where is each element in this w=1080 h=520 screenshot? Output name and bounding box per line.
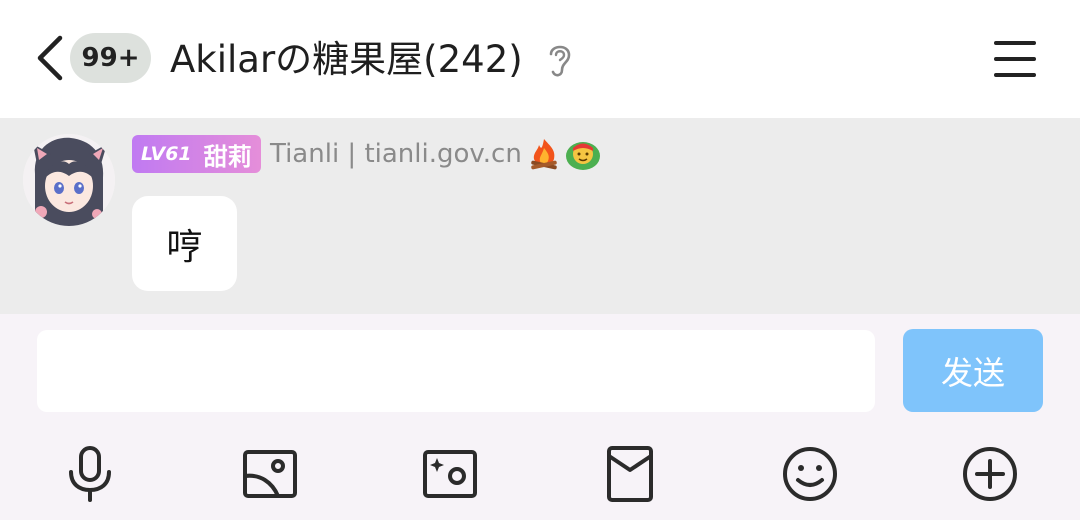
voice-button[interactable] xyxy=(60,444,120,504)
level-badge: LV61 甜莉 xyxy=(132,135,261,173)
campfire-icon xyxy=(526,136,562,172)
message-input[interactable] xyxy=(37,330,875,412)
emoji-icon xyxy=(783,447,837,501)
sender-nickname: 甜莉 xyxy=(203,142,252,171)
unread-count-badge[interactable]: 99+ xyxy=(70,33,151,83)
ear-icon[interactable] xyxy=(543,40,577,80)
bandana-face-icon xyxy=(564,136,602,172)
chat-header: 99+ Akilarの糖果屋(242) xyxy=(0,0,1080,118)
chevron-left-icon xyxy=(37,35,63,81)
red-packet-icon xyxy=(607,446,653,502)
hamburger-icon xyxy=(994,41,1036,77)
red-packet-button[interactable] xyxy=(600,444,660,504)
camera-icon xyxy=(423,450,477,498)
plus-icon xyxy=(963,447,1017,501)
send-button[interactable]: 发送 xyxy=(903,329,1043,412)
chat-title: Akilarの糖果屋(242) xyxy=(170,38,523,81)
camera-button[interactable] xyxy=(420,444,480,504)
level-label: LV61 xyxy=(141,143,192,165)
back-button[interactable] xyxy=(28,30,72,86)
sender-info: Tianli | tianli.gov.cn xyxy=(270,139,522,169)
message-bubble[interactable]: 哼 xyxy=(132,196,237,291)
emoji-button[interactable] xyxy=(780,444,840,504)
message-list: LV61 甜莉 Tianli | tianli.gov.cn 哼 xyxy=(0,118,1080,314)
microphone-icon xyxy=(69,446,111,502)
image-button[interactable] xyxy=(240,444,300,504)
sender-avatar[interactable] xyxy=(23,134,115,226)
image-icon xyxy=(243,450,297,498)
more-button[interactable] xyxy=(960,444,1020,504)
menu-button[interactable] xyxy=(992,38,1038,80)
